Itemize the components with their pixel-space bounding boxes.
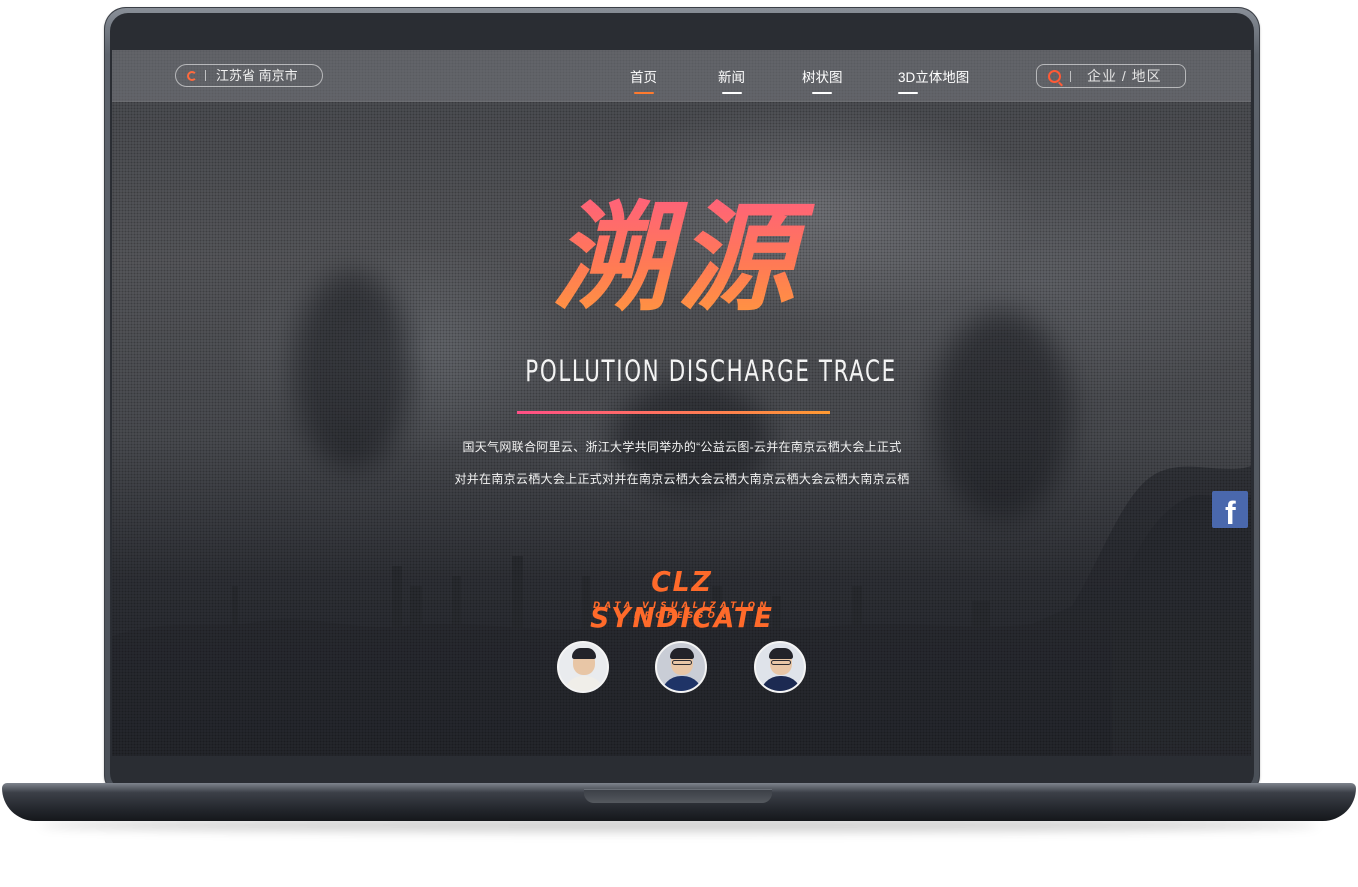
team-name: CLZ SYNDICATE bbox=[590, 565, 774, 634]
nav-underline bbox=[898, 92, 918, 94]
hero-description-line-1: 国天气网联合阿里云、浙江大学共同举办的“公益云图-云并在南京云栖大会上正式 bbox=[462, 440, 902, 454]
nav-underline bbox=[721, 92, 742, 94]
nav-tree-chart[interactable]: 树状图 bbox=[802, 66, 843, 94]
divider bbox=[1070, 70, 1071, 82]
nav-news[interactable]: 新闻 bbox=[718, 66, 745, 94]
top-navigation-bar: 江苏省 南京市 首页 新闻 树状图 3D立体地图 bbox=[112, 50, 1251, 102]
gradient-divider bbox=[517, 411, 830, 414]
search-icon bbox=[1048, 69, 1061, 83]
avatar-glasses bbox=[771, 660, 791, 665]
team-member-avatar-3[interactable] bbox=[754, 641, 806, 693]
avatar-hair bbox=[769, 648, 793, 659]
nav-news-label: 新闻 bbox=[718, 70, 745, 85]
nav-3d-map[interactable]: 3D立体地图 bbox=[898, 66, 969, 94]
laptop-notch bbox=[584, 789, 772, 803]
avatar-hair bbox=[572, 648, 596, 659]
hero-title: 溯源 bbox=[512, 188, 842, 328]
hero-subtitle: POLLUTION DISCHARGE TRACE bbox=[525, 354, 897, 388]
location-selector[interactable]: 江苏省 南京市 bbox=[175, 64, 323, 87]
nav-active-indicator bbox=[633, 92, 654, 94]
facebook-share-button[interactable]: f bbox=[1212, 491, 1248, 531]
avatar-body bbox=[661, 676, 703, 691]
hero-description-line-2: 对并在南京云栖大会上正式对并在南京云栖大会云栖大南京云栖大会云栖大南京云栖 bbox=[454, 472, 910, 486]
location-label: 江苏省 南京市 bbox=[216, 68, 298, 83]
nav-tree-chart-label: 树状图 bbox=[802, 70, 843, 85]
nav-home[interactable]: 首页 bbox=[630, 66, 657, 94]
avatar-body bbox=[563, 676, 605, 691]
search-box[interactable] bbox=[1036, 64, 1186, 88]
nav-3d-map-label: 3D立体地图 bbox=[898, 70, 970, 85]
search-input[interactable] bbox=[1085, 67, 1179, 85]
location-pin-icon bbox=[187, 70, 197, 81]
team-member-avatar-1[interactable] bbox=[557, 641, 609, 693]
avatar-body bbox=[760, 676, 802, 691]
nav-underline bbox=[812, 92, 833, 94]
website-screen: 江苏省 南京市 首页 新闻 树状图 3D立体地图 溯源 POLLUTION DI… bbox=[112, 50, 1251, 756]
facebook-icon: f bbox=[1225, 495, 1236, 531]
team-tagline: DATA VISUALIZATION PROFESSOR bbox=[593, 601, 771, 621]
avatar-glasses bbox=[672, 660, 692, 665]
team-member-avatar-2[interactable] bbox=[655, 641, 707, 693]
divider bbox=[205, 70, 206, 81]
nav-home-label: 首页 bbox=[630, 70, 657, 85]
avatar-hair bbox=[670, 648, 694, 659]
